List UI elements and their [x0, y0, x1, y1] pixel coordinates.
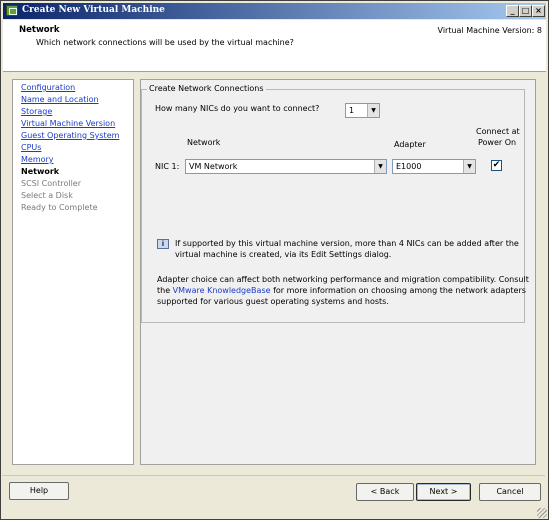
nic-1-connect-at-power-on-checkbox[interactable]: ✔ [491, 160, 502, 171]
nic-count-select[interactable]: 1 ▼ [345, 103, 380, 118]
info-line-2: virtual machine is created, via its Edit… [175, 250, 392, 259]
vmware-knowledgebase-link[interactable]: VMware KnowledgeBase [173, 286, 271, 295]
note-line-2-pre: the [157, 286, 173, 295]
connect-column-header-line1: Connect at [476, 127, 520, 136]
note-line-3: supported for various guest operating sy… [157, 297, 389, 306]
step-cpus[interactable]: CPUs [21, 143, 41, 152]
page-subtitle: Which network connections will be used b… [36, 38, 294, 47]
note-line-1: Adapter choice can affect both networkin… [157, 275, 529, 284]
nic-count-value: 1 [349, 106, 355, 115]
wizard-steps-sidebar: Configuration Name and Location Storage … [12, 79, 134, 465]
network-column-header: Network [187, 138, 221, 147]
note-line-2: the VMware KnowledgeBase for more inform… [157, 285, 529, 296]
cancel-button[interactable]: Cancel [479, 483, 541, 501]
button-bar-separator [2, 475, 545, 476]
page-title: Network [19, 25, 60, 35]
step-ready-to-complete: Ready to Complete [21, 203, 98, 212]
info-message: If supported by this virtual machine ver… [175, 238, 519, 260]
vm-app-icon [6, 5, 18, 16]
next-button[interactable]: Next > [416, 483, 471, 501]
chevron-down-icon[interactable]: ▼ [463, 160, 475, 173]
back-button[interactable]: < Back [356, 483, 414, 501]
step-memory[interactable]: Memory [21, 155, 54, 164]
title-bar[interactable]: Create New Virtual Machine _ □ × [3, 3, 546, 19]
nic-1-adapter-value: E1000 [396, 162, 422, 171]
chevron-down-icon[interactable]: ▼ [367, 104, 379, 117]
help-button[interactable]: Help [9, 482, 69, 500]
step-guest-operating-system[interactable]: Guest Operating System [21, 131, 119, 140]
chevron-down-icon[interactable]: ▼ [374, 160, 386, 173]
minimize-button[interactable]: _ [506, 5, 519, 17]
step-network: Network [21, 167, 60, 176]
nic-1-label: NIC 1: [155, 162, 180, 171]
step-virtual-machine-version[interactable]: Virtual Machine Version [21, 119, 115, 128]
info-icon: i [157, 239, 169, 249]
adapter-column-header: Adapter [394, 140, 426, 149]
step-scsi-controller: SCSI Controller [21, 179, 81, 188]
maximize-button[interactable]: □ [519, 5, 532, 17]
nic-1-network-value: VM Network [189, 162, 238, 171]
step-storage[interactable]: Storage [21, 107, 52, 116]
page-header: Network Which network connections will b… [3, 20, 546, 72]
step-configuration[interactable]: Configuration [21, 83, 75, 92]
close-button[interactable]: × [532, 5, 545, 17]
step-name-and-location[interactable]: Name and Location [21, 95, 99, 104]
resize-grip-icon[interactable] [537, 508, 547, 518]
adapter-note: Adapter choice can affect both networkin… [157, 274, 529, 307]
vm-version-label: Virtual Machine Version: 8 [437, 26, 542, 35]
step-select-a-disk: Select a Disk [21, 191, 73, 200]
nic-1-adapter-select[interactable]: E1000 ▼ [392, 159, 476, 174]
connect-column-header-line2: Power On [478, 138, 517, 147]
note-line-2-post: for more information on choosing among t… [270, 286, 526, 295]
info-line-1: If supported by this virtual machine ver… [175, 239, 519, 248]
window-title: Create New Virtual Machine [22, 5, 165, 15]
group-title: Create Network Connections [147, 84, 266, 93]
nic-count-question: How many NICs do you want to connect? [155, 104, 320, 113]
nic-1-network-select[interactable]: VM Network ▼ [185, 159, 387, 174]
